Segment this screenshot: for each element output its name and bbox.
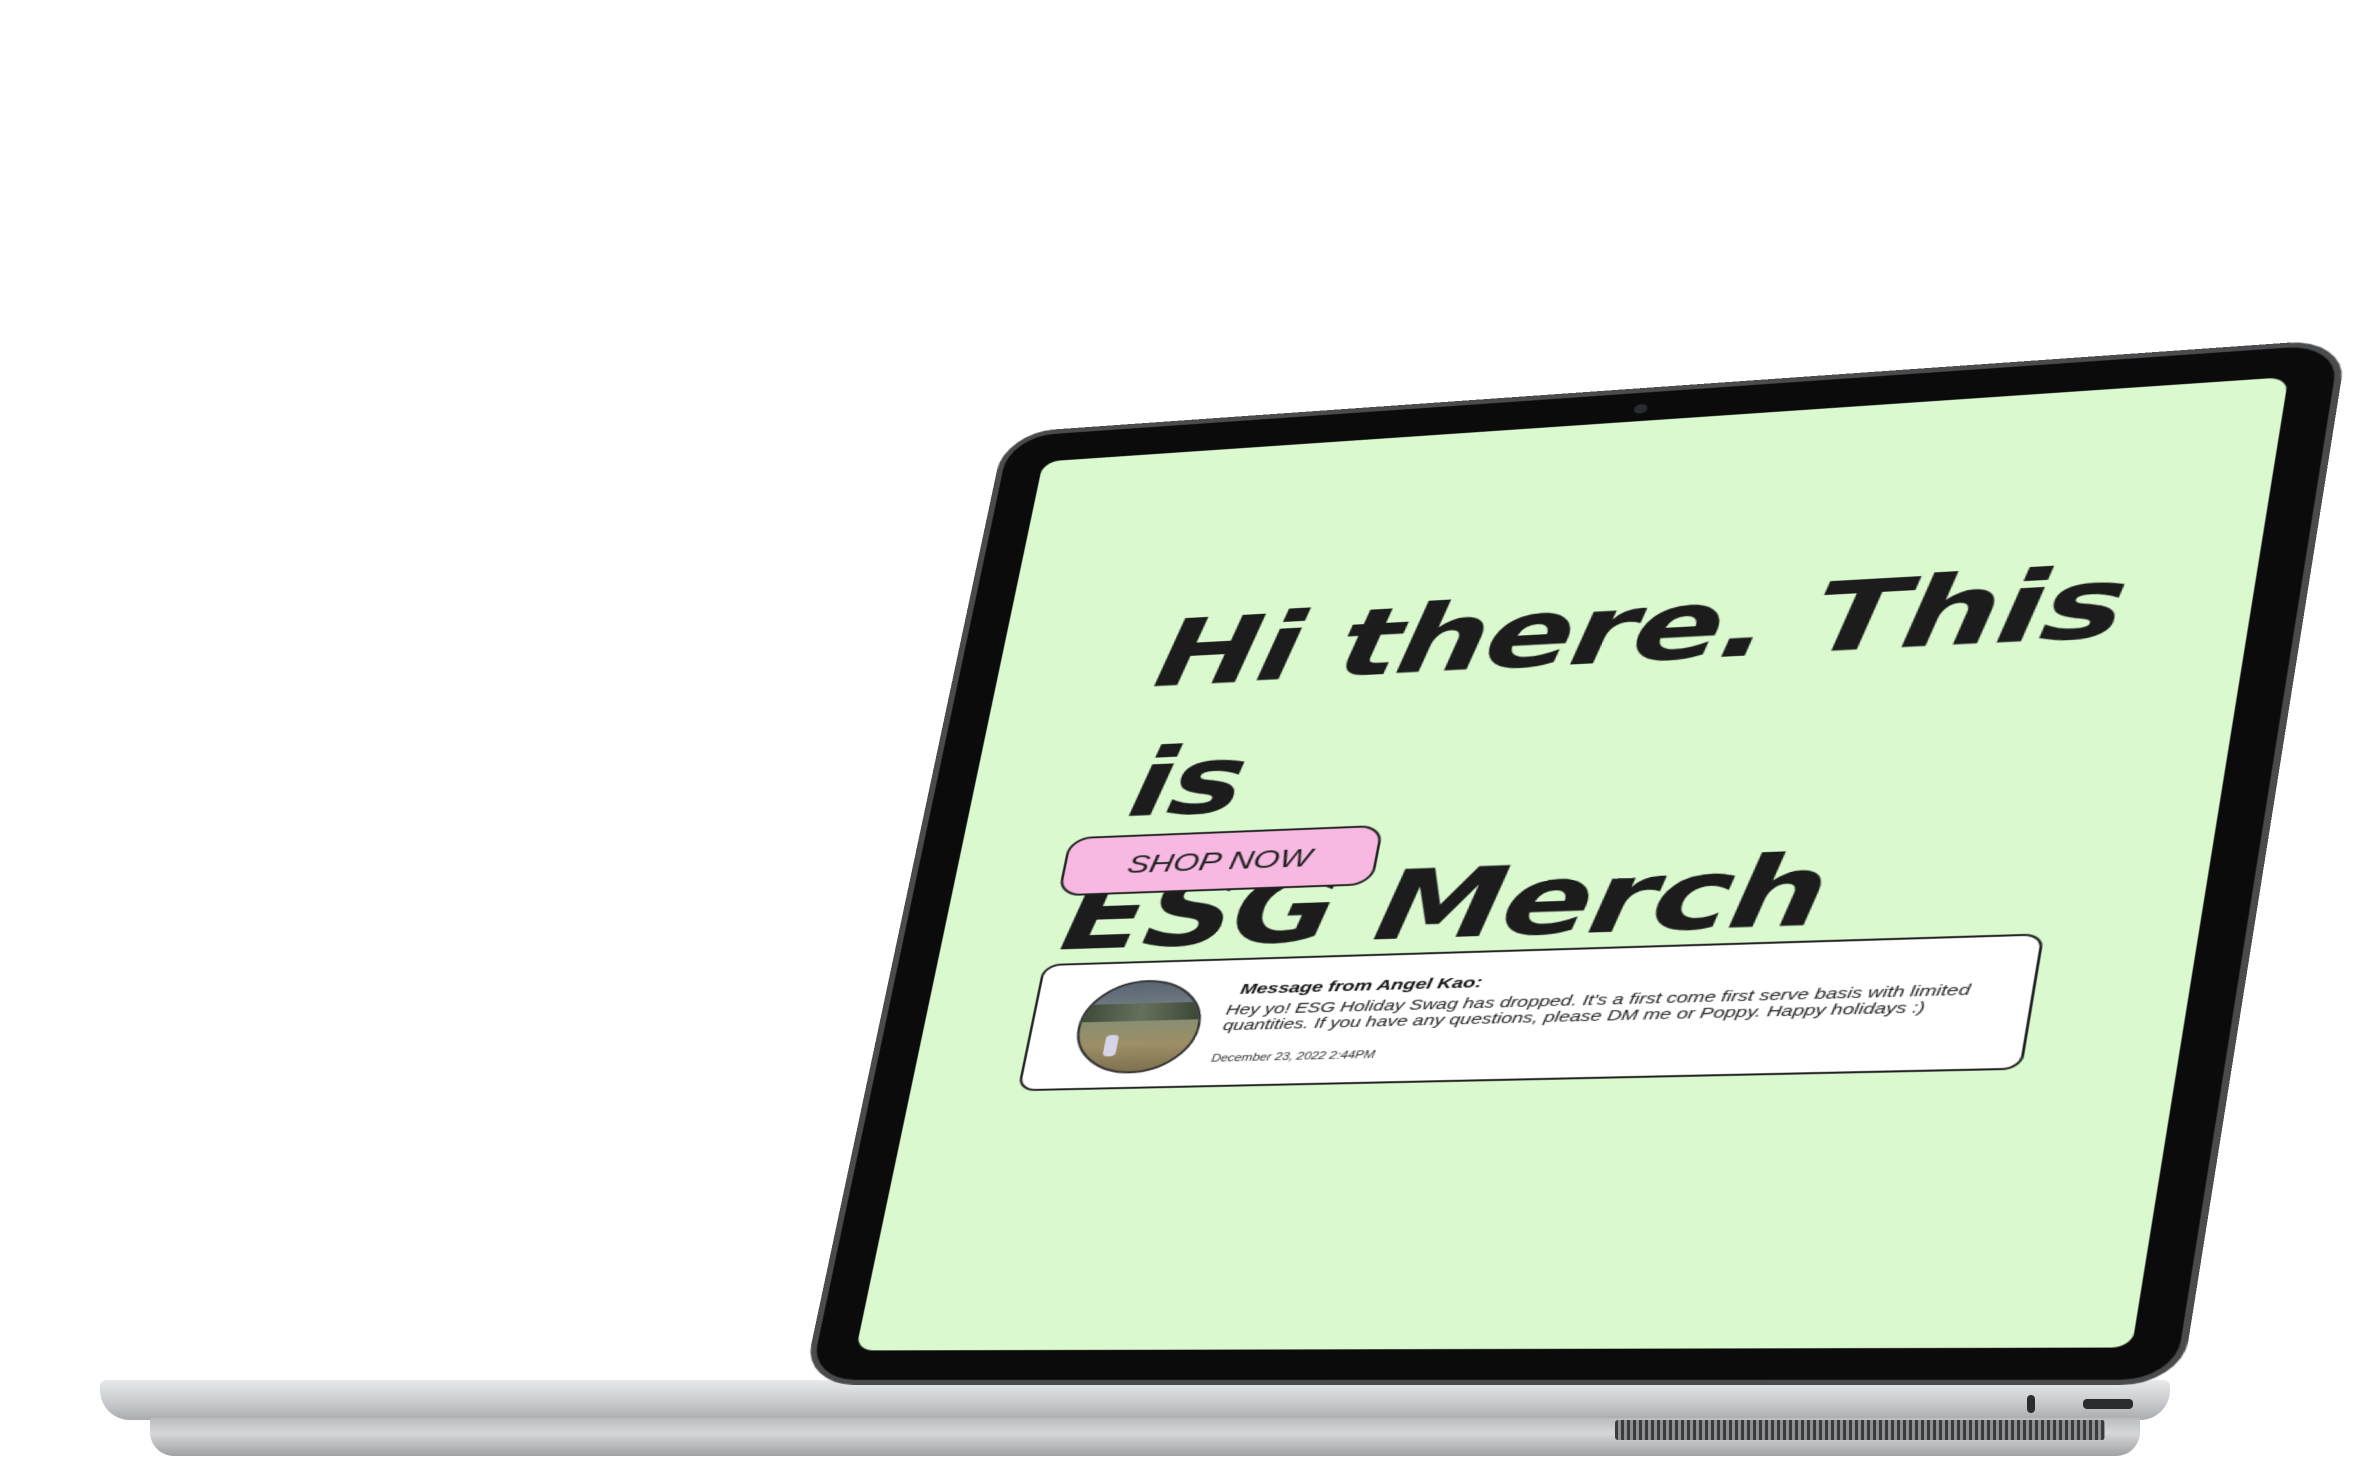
port-slot (2083, 1399, 2133, 1409)
message-timestamp: December 23, 2022 2:44PM (1210, 1049, 1376, 1065)
avatar-figure (1102, 1034, 1120, 1057)
message-title: Message from Angel Kao: (1238, 974, 1484, 998)
avatar (1068, 978, 1210, 1075)
web-page: Hi there. This is ESG Merch Store. SHOP … (855, 377, 2289, 1351)
shop-now-button[interactable]: SHOP NOW (1057, 824, 1385, 897)
avatar-landscape (1081, 1001, 1203, 1023)
camera-icon (1633, 403, 1649, 415)
hero-line-1: Hi there. This is (1120, 546, 2133, 840)
laptop-base (100, 1380, 2170, 1420)
laptop-lid: Hi there. This is ESG Merch Store. SHOP … (809, 343, 2340, 1380)
indicator-light (2027, 1395, 2035, 1413)
screen-bezel: Hi there. This is ESG Merch Store. SHOP … (809, 343, 2340, 1380)
speaker-grille (1615, 1420, 2105, 1440)
